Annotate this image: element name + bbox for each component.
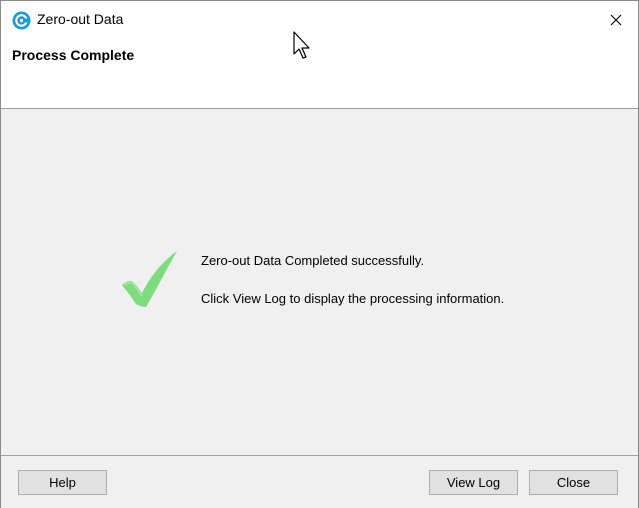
app-logo-icon [12, 11, 31, 30]
page-title: Process Complete [12, 47, 135, 63]
wizard-header: Process Complete [1, 39, 638, 109]
dialog-window: Zero-out Data Process Complete Zero-out … [0, 0, 639, 508]
mouse-cursor-icon [292, 30, 314, 62]
info-message: Click View Log to display the processing… [201, 291, 505, 306]
close-button[interactable]: Close [529, 470, 618, 495]
title-bar: Zero-out Data [1, 1, 638, 39]
success-message: Zero-out Data Completed successfully. [201, 253, 425, 268]
close-icon[interactable] [599, 7, 633, 33]
checkmark-icon [119, 249, 183, 309]
content-panel: Zero-out Data Completed successfully. Cl… [1, 109, 638, 455]
button-bar: Help View Log Close [1, 455, 638, 508]
window-title: Zero-out Data [37, 11, 124, 27]
view-log-button[interactable]: View Log [429, 470, 518, 495]
help-button[interactable]: Help [18, 470, 107, 495]
